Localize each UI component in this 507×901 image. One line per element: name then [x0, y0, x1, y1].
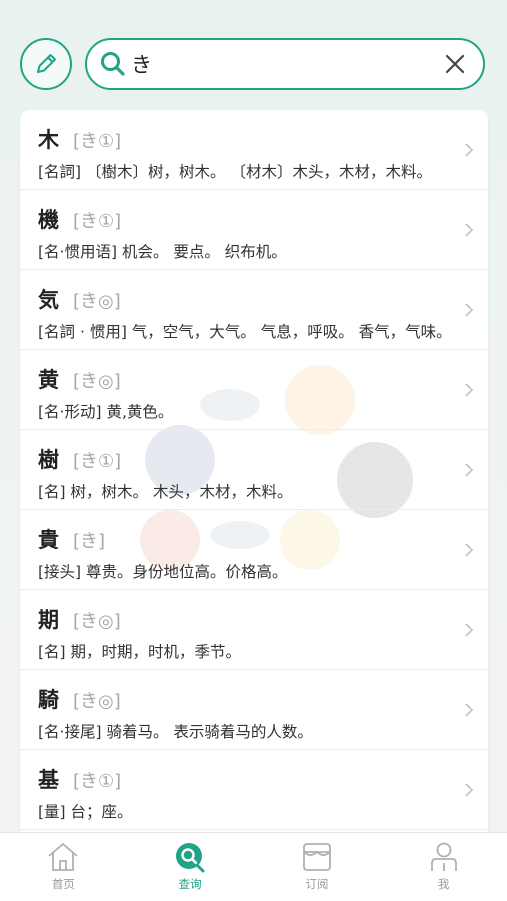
entry-definition: [名詞] 〔樹木〕树，树木。 〔材木〕木头，木材，木料。	[38, 163, 432, 181]
entry-word: 木	[38, 128, 59, 152]
list-item[interactable]: 機 [き①] [名·惯用语] 机会。 要点。 织布机。	[20, 190, 488, 270]
entry-reading: [き]	[73, 531, 106, 552]
entry-word: 基	[38, 768, 59, 792]
list-item[interactable]: 期 [き◎] [名] 期，时期，时机，季节。	[20, 590, 488, 670]
search-tab-icon	[176, 843, 205, 873]
entry-reading: [き①]	[73, 131, 122, 152]
tab-label: 查询	[178, 877, 202, 891]
entry-reading: [き①]	[73, 211, 122, 232]
search-input[interactable]	[127, 44, 437, 84]
entry-reading: [き①]	[73, 771, 122, 792]
chevron-right-icon	[465, 383, 474, 397]
entry-reading: [き①]	[73, 451, 122, 472]
entry-definition: [接头] 尊贵。身份地位高。价格高。	[38, 563, 288, 581]
results-list: 木 [き①] [名詞] 〔樹木〕树，树木。 〔材木〕木头，木材，木料。 機 [き…	[20, 110, 488, 832]
pencil-icon	[37, 54, 56, 73]
entry-word: 騎	[38, 688, 59, 712]
list-item[interactable]: 騎 [き◎] [名·接尾] 骑着马。 表示骑着马的人数。	[20, 670, 488, 750]
entry-definition: [名·形动] 黄,黄色。	[38, 403, 174, 421]
chevron-right-icon	[465, 463, 474, 477]
person-icon	[430, 842, 457, 871]
entry-definition: [名·接尾] 骑着马。 表示骑着马的人数。	[38, 723, 313, 741]
tab-label: 订阅	[305, 877, 329, 891]
entry-reading: [き◎]	[73, 371, 121, 392]
home-icon	[48, 843, 78, 871]
entry-definition: [名] 树，树木。 木头，木材，木料。	[38, 483, 293, 501]
tab-label: 首页	[51, 877, 75, 891]
tab-subscribe[interactable]: 订阅	[254, 833, 381, 901]
entry-reading: [き◎]	[73, 611, 121, 632]
entry-definition: [名·惯用语] 机会。 要点。 织布机。	[38, 243, 287, 261]
list-item[interactable]: 基 [き①] [量] 台；座。	[20, 750, 488, 830]
store-icon	[302, 843, 331, 871]
entry-word: 黄	[38, 368, 59, 392]
tab-label: 我	[437, 877, 450, 891]
list-item[interactable]: 気 [き◎] [名詞 · 惯用] 气，空气，大气。 气息，呼吸。 香气，气味。	[20, 270, 488, 350]
chevron-right-icon	[465, 223, 474, 237]
entry-word: 貴	[38, 528, 59, 552]
bottom-tab-bar: 首页 查询 订阅 我	[0, 832, 507, 901]
entry-word: 機	[38, 208, 59, 232]
list-item[interactable]: 貴 [き] [接头] 尊贵。身份地位高。价格高。	[20, 510, 488, 590]
entry-word: 期	[38, 608, 59, 632]
entry-reading: [き◎]	[73, 691, 121, 712]
chevron-right-icon	[465, 303, 474, 317]
chevron-right-icon	[465, 543, 474, 557]
entry-definition: [名] 期，时期，时机，季节。	[38, 643, 242, 661]
chevron-right-icon	[465, 783, 474, 797]
search-icon	[99, 50, 127, 78]
list-item[interactable]: 黄 [き◎] [名·形动] 黄,黄色。	[20, 350, 488, 430]
edit-button[interactable]	[20, 38, 72, 90]
entry-reading: [き◎]	[73, 291, 121, 312]
list-item[interactable]: 木 [き①] [名詞] 〔樹木〕树，树木。 〔材木〕木头，木材，木料。	[20, 110, 488, 190]
list-item[interactable]: 樹 [き①] [名] 树，树木。 木头，木材，木料。	[20, 430, 488, 510]
entry-word: 樹	[38, 448, 59, 472]
tab-home[interactable]: 首页	[0, 833, 127, 901]
tab-search[interactable]: 查询	[127, 833, 254, 901]
chevron-right-icon	[465, 143, 474, 157]
entry-definition: [名詞 · 惯用] 气，空气，大气。 气息，呼吸。 香气，气味。	[38, 323, 452, 341]
search-bar	[85, 38, 485, 90]
tab-me[interactable]: 我	[380, 833, 507, 901]
entry-definition: [量] 台；座。	[38, 803, 133, 821]
entry-word: 気	[38, 288, 59, 312]
close-icon[interactable]	[437, 46, 473, 82]
chevron-right-icon	[465, 703, 474, 717]
chevron-right-icon	[465, 623, 474, 637]
